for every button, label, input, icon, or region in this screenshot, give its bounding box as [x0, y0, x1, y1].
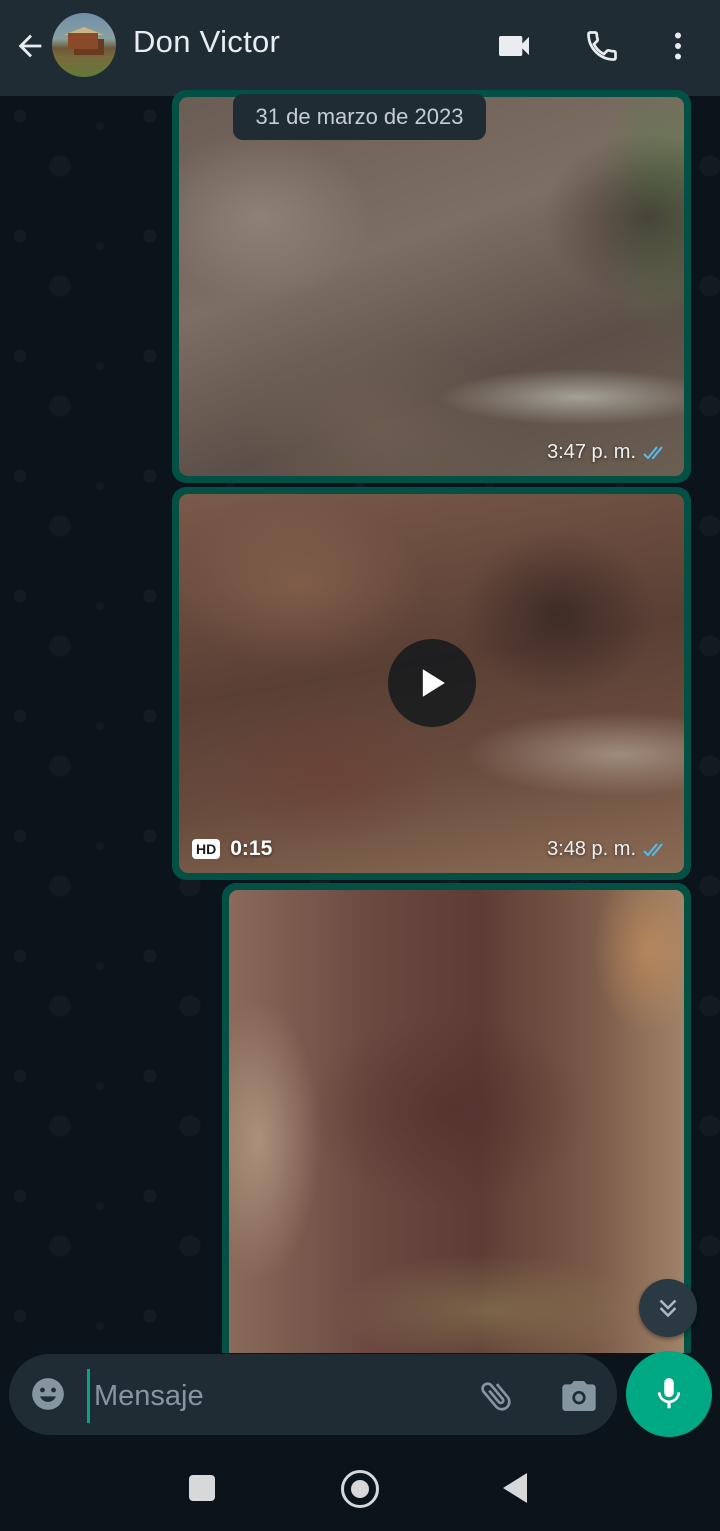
- camera-icon: [562, 1381, 596, 1411]
- video-message[interactable]: HD 0:15 3:48 p. m.: [172, 487, 691, 880]
- hd-badge: HD: [192, 839, 221, 859]
- date-separator: 31 de marzo de 2023: [233, 94, 486, 140]
- phone-icon: [587, 31, 617, 61]
- emoji-icon: [32, 1378, 64, 1410]
- play-icon: [422, 669, 445, 697]
- system-back-button[interactable]: [503, 1473, 527, 1503]
- image-thumbnail[interactable]: 3:47 p. m.: [179, 97, 684, 476]
- back-button[interactable]: [12, 28, 48, 64]
- double-chevron-down-icon: [659, 1299, 677, 1318]
- avatar[interactable]: [52, 13, 116, 77]
- message-input[interactable]: [87, 1369, 456, 1423]
- video-meta: HD 0:15: [192, 837, 272, 861]
- more-options-button[interactable]: [658, 26, 698, 66]
- recent-apps-button[interactable]: [189, 1475, 215, 1501]
- blurred-image: [229, 890, 684, 1353]
- attach-button[interactable]: [475, 1374, 519, 1418]
- message-timestamp: 3:47 p. m.: [547, 441, 670, 464]
- video-call-button[interactable]: [494, 26, 534, 66]
- video-duration: 0:15: [230, 837, 273, 860]
- message-timestamp: 3:48 p. m.: [547, 838, 670, 861]
- message-time: 3:48 p. m.: [547, 838, 636, 860]
- voice-call-button[interactable]: [582, 26, 622, 66]
- more-vertical-icon: [675, 32, 681, 60]
- emoji-button[interactable]: [28, 1374, 68, 1414]
- paperclip-icon: [481, 1382, 511, 1411]
- image-message[interactable]: 3:47 p. m.: [172, 90, 691, 483]
- arrow-left-icon: [18, 34, 42, 58]
- double-check-icon: [643, 445, 663, 459]
- video-thumbnail[interactable]: HD 0:15 3:48 p. m.: [179, 494, 684, 873]
- avatar-hut: [68, 33, 98, 49]
- image-thumbnail[interactable]: [229, 890, 684, 1353]
- voice-message-button[interactable]: [626, 1351, 712, 1437]
- message-composer: [9, 1354, 617, 1435]
- system-navigation-bar: [0, 1444, 720, 1531]
- videocam-icon: [499, 36, 529, 56]
- message-time: 3:47 p. m.: [547, 441, 636, 463]
- camera-button[interactable]: [557, 1374, 601, 1418]
- image-message[interactable]: [222, 883, 691, 1353]
- play-button[interactable]: [388, 639, 476, 727]
- chat-header: Don Victor: [0, 0, 720, 96]
- blurred-image: [179, 97, 684, 476]
- contact-name[interactable]: Don Victor: [133, 24, 280, 60]
- scroll-to-bottom-button[interactable]: [639, 1279, 697, 1337]
- home-button[interactable]: [341, 1470, 379, 1508]
- double-check-icon: [643, 842, 663, 856]
- mic-icon: [657, 1378, 681, 1409]
